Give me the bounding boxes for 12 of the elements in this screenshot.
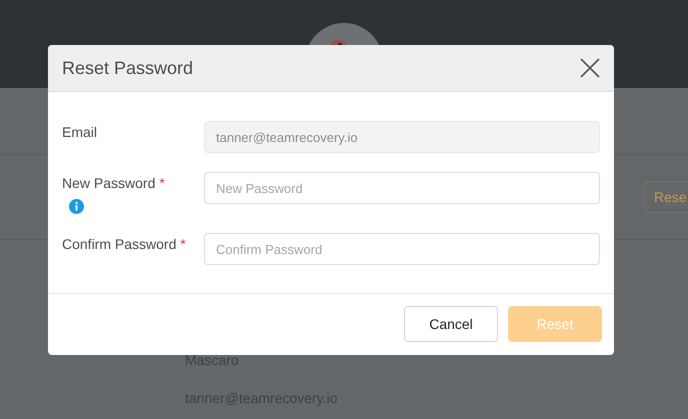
field-label: Email bbox=[62, 123, 98, 142]
cancel-button[interactable]: Cancel bbox=[404, 306, 498, 342]
close-icon[interactable] bbox=[580, 58, 600, 78]
field-label: New Password bbox=[62, 174, 156, 193]
dialog-title: Reset Password bbox=[62, 56, 194, 80]
input-field[interactable]: Confirm Password bbox=[204, 233, 600, 265]
required-mark: * bbox=[159, 174, 165, 193]
input-field[interactable]: New Password bbox=[204, 172, 600, 204]
field-label: Confirm Password bbox=[62, 235, 176, 254]
info-icon[interactable] bbox=[69, 199, 84, 214]
reset-button[interactable]: Rese bbox=[644, 181, 688, 213]
required-mark: * bbox=[180, 235, 186, 254]
